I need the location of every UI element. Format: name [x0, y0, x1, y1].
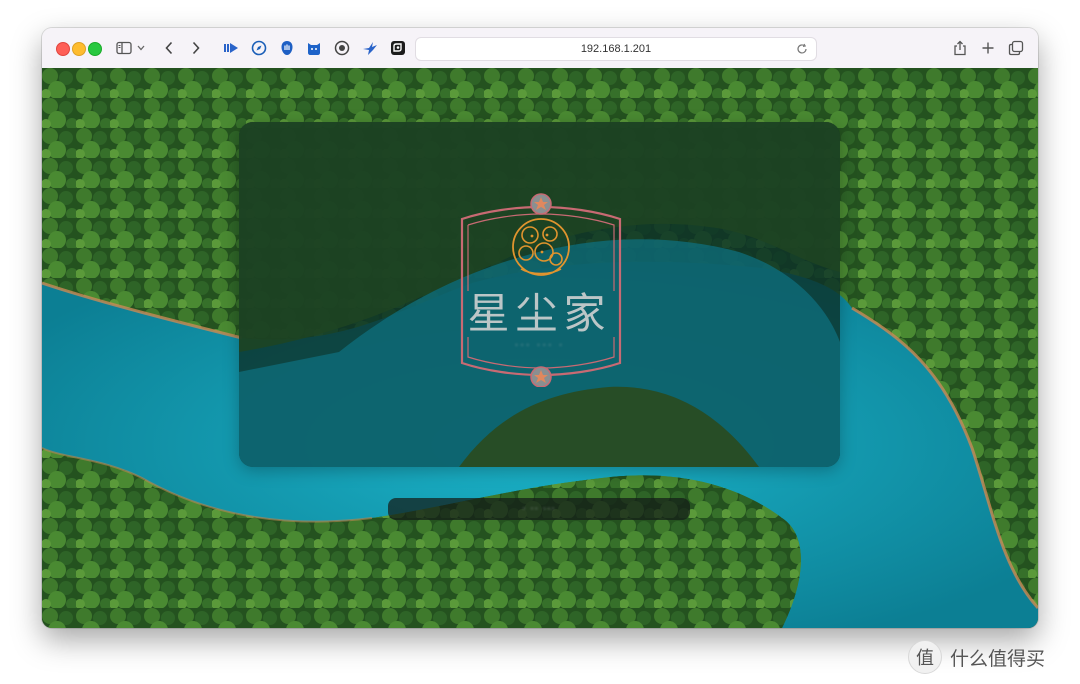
share-icon[interactable] — [950, 38, 970, 58]
login-input-field[interactable]: · ·· ··· — [388, 498, 690, 520]
url-text: 192.168.1.201 — [580, 43, 652, 55]
target-icon[interactable] — [332, 38, 352, 58]
brand-subtitle: ··· ··· · — [514, 339, 565, 351]
bird-icon[interactable] — [360, 38, 380, 58]
minimize-window-button[interactable] — [72, 42, 86, 56]
zoom-window-button[interactable] — [88, 42, 102, 56]
login-input-text: · ·· ··· — [522, 503, 556, 514]
chevron-down-icon[interactable] — [135, 38, 147, 58]
watermark-text: 什么值得买 — [950, 647, 1046, 670]
forward-icon[interactable] — [186, 38, 206, 58]
hand-icon[interactable] — [277, 38, 297, 58]
browser-window: 192.168.1.201 星尘家 ··· ··· · · ·· ··· — [42, 28, 1038, 628]
watermark: 值 什么值得买 — [908, 640, 1045, 674]
new-tab-icon[interactable] — [978, 38, 998, 58]
extension-1-icon[interactable] — [221, 38, 241, 58]
page-content: 星尘家 ··· ··· · · ·· ··· — [42, 68, 1038, 628]
login-card: 星尘家 ··· ··· · — [239, 122, 840, 467]
badge-icon[interactable] — [388, 38, 408, 58]
cat-icon[interactable] — [304, 38, 324, 58]
watermark-logo-icon: 值 — [908, 640, 942, 674]
brand-title: 星尘家 — [467, 289, 612, 338]
back-icon[interactable] — [159, 38, 179, 58]
sidebar-icon[interactable] — [114, 38, 134, 58]
browser-toolbar: 192.168.1.201 — [42, 28, 1038, 69]
tabs-overview-icon[interactable] — [1006, 38, 1026, 58]
reload-icon[interactable] — [796, 42, 810, 56]
compass-icon[interactable] — [249, 38, 269, 58]
close-window-button[interactable] — [56, 42, 70, 56]
address-bar[interactable]: 192.168.1.201 — [415, 37, 817, 61]
